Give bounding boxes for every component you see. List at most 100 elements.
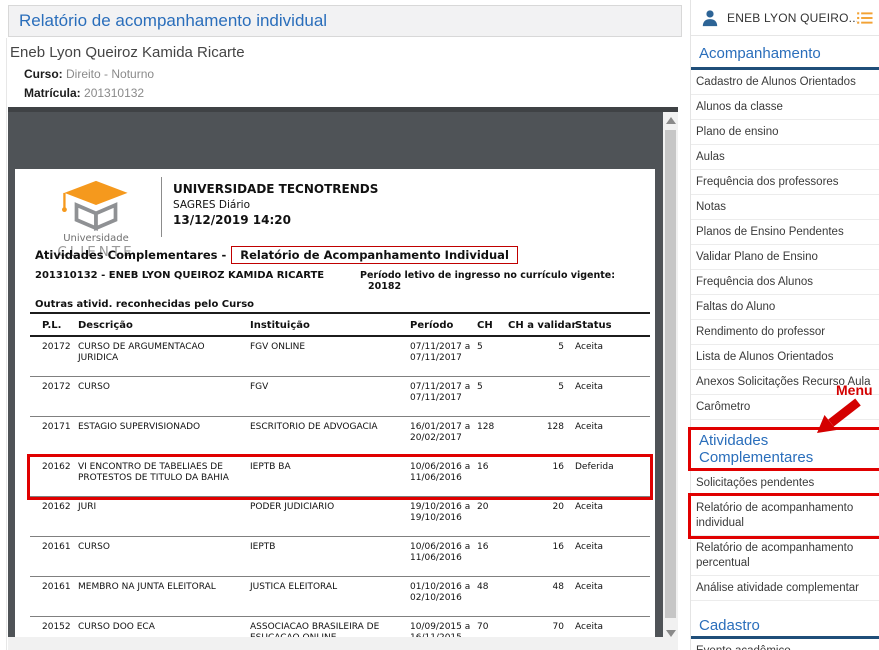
cell-periodo: 01/10/2016 a 02/10/2016 <box>410 582 477 616</box>
page-title-bar: Relatório de acompanhamento individual <box>8 5 682 37</box>
cell-periodo: 07/11/2017 a 07/11/2017 <box>410 382 477 416</box>
user-icon <box>701 9 719 27</box>
report-title-highlighted: Relatório de Acompanhamento Individual <box>231 246 518 264</box>
section-title: Cadastro <box>691 615 879 636</box>
scroll-down-icon[interactable] <box>666 630 676 637</box>
sidebar-item-evento-academico[interactable]: Evento acadêmico <box>691 639 879 650</box>
activities-table: P.L. Descrição Instituição Período CH CH… <box>30 312 650 642</box>
graduation-cap-icon <box>53 179 139 231</box>
cell-ch: 16 <box>477 542 508 576</box>
cell-periodo: 16/01/2017 a 20/02/2017 <box>410 422 477 456</box>
cell-status: Aceita <box>570 542 635 576</box>
col-header-status: Status <box>570 320 635 331</box>
cell-ch-a-validar: 128 <box>508 422 570 456</box>
cell-ch: 48 <box>477 582 508 616</box>
table-row: 20161 CURSO IEPTB 10/06/2016 a 11/06/201… <box>30 537 650 577</box>
period-value: 20182 <box>368 281 401 292</box>
cell-descricao: CURSO DE ARGUMENTACAO JURIDICA <box>78 342 250 376</box>
cell-ch-a-validar: 5 <box>508 382 570 416</box>
report-page: Universidade CLIENTE UNIVERSIDADE TECNOT… <box>15 169 655 642</box>
table-row: 20172 CURSO DE ARGUMENTACAO JURIDICA FGV… <box>30 337 650 377</box>
table-row-highlighted: 20162 VI ENCONTRO DE TABELIAES DE PROTES… <box>30 457 650 497</box>
university-name: UNIVERSIDADE TECNOTRENDS <box>173 182 378 196</box>
col-header-instituicao: Instituição <box>250 320 410 331</box>
viewer-horizontal-scrollbar[interactable] <box>8 637 663 650</box>
cell-ch: 128 <box>477 422 508 456</box>
course-label: Curso: <box>24 67 63 81</box>
sidebar-item-solicitacoes-pendentes[interactable]: Solicitações pendentes <box>691 471 879 496</box>
cell-descricao: JURI <box>78 502 250 536</box>
cell-descricao: CURSO <box>78 382 250 416</box>
sidebar-item-relatorio-acompanhamento-percentual[interactable]: Relatório de acompanhamento percentual <box>691 536 879 576</box>
cell-ch-a-validar: 16 <box>508 462 570 496</box>
cell-pl: 20172 <box>42 342 78 376</box>
report-period-line: Período letivo de ingresso no currículo … <box>360 270 655 292</box>
table-row: 20172 CURSO FGV 07/11/2017 a 07/11/2017 … <box>30 377 650 417</box>
sidebar-item-plano-de-ensino[interactable]: Plano de ensino <box>691 120 879 145</box>
cell-instituicao: FGV ONLINE <box>250 342 410 376</box>
sidebar-item-relatorio-acompanhamento-individual[interactable]: Relatório de acompanhamento individual <box>691 496 879 536</box>
enrollment-label: Matrícula: <box>24 86 81 100</box>
sidebar-section-acompanhamento: Acompanhamento Cadastro de Alunos Orient… <box>691 36 879 420</box>
main-panel-border <box>6 38 7 650</box>
user-name: ENEB LYON QUEIRO... <box>727 11 857 25</box>
cell-ch-a-validar: 5 <box>508 342 570 376</box>
cell-periodo: 10/06/2016 a 11/06/2016 <box>410 542 477 576</box>
cell-status: Aceita <box>570 502 635 536</box>
list-icon[interactable] <box>857 11 873 25</box>
user-menu[interactable]: ENEB LYON QUEIRO... <box>691 0 879 36</box>
report-viewer: Universidade CLIENTE UNIVERSIDADE TECNOT… <box>8 107 678 650</box>
sidebar-item-alunos-da-classe[interactable]: Alunos da classe <box>691 95 879 120</box>
scrollbar-thumb[interactable] <box>665 130 676 618</box>
cell-instituicao: JUSTICA ELEITORAL <box>250 582 410 616</box>
cell-instituicao: IEPTB BA <box>250 462 410 496</box>
report-title-prefix: Atividades Complementares - <box>35 248 226 262</box>
sidebar-item-analise-atividade-complementar[interactable]: Análise atividade complementar <box>691 576 879 601</box>
cell-ch: 20 <box>477 502 508 536</box>
sidebar-section-cadastro: Cadastro Evento acadêmico <box>691 615 879 650</box>
student-enrollment-row: Matrícula: 201310132 <box>24 86 144 100</box>
cell-instituicao: IEPTB <box>250 542 410 576</box>
scroll-up-icon[interactable] <box>666 117 676 124</box>
cell-instituicao: FGV <box>250 382 410 416</box>
cell-ch-a-validar: 48 <box>508 582 570 616</box>
cell-ch-a-validar: 16 <box>508 542 570 576</box>
sidebar-item-validar-plano-de-ensino[interactable]: Validar Plano de Ensino <box>691 245 879 270</box>
table-row: 20171 ESTAGIO SUPERVISIONADO ESCRITORIO … <box>30 417 650 457</box>
cell-descricao: CURSO <box>78 542 250 576</box>
sidebar-item-cadastro-de-alunos-orientados[interactable]: Cadastro de Alunos Orientados <box>691 70 879 95</box>
cell-pl: 20161 <box>42 542 78 576</box>
cell-pl: 20172 <box>42 382 78 416</box>
cell-pl: 20161 <box>42 582 78 616</box>
sidebar-item-frequencia-dos-professores[interactable]: Frequência dos professores <box>691 170 879 195</box>
sidebar-item-aulas[interactable]: Aulas <box>691 145 879 170</box>
report-title-line: Atividades Complementares - Relatório de… <box>35 246 518 264</box>
col-header-periodo: Período <box>410 320 477 331</box>
report-header: UNIVERSIDADE TECNOTRENDS SAGRES Diário 1… <box>173 182 378 227</box>
app-window: Relatório de acompanhamento individual E… <box>0 0 879 650</box>
sidebar-section-atividades-complementares: Atividades Complementares Solicitações p… <box>691 430 879 601</box>
cell-ch: 16 <box>477 462 508 496</box>
cell-ch: 5 <box>477 342 508 376</box>
course-value: Direito - Noturno <box>66 67 154 81</box>
sidebar: ENEB LYON QUEIRO... Acompanhamento Cadas… <box>690 0 879 650</box>
table-row: 20161 MEMBRO NA JUNTA ELEITORAL JUSTICA … <box>30 577 650 617</box>
sidebar-item-planos-de-ensino-pendentes[interactable]: Planos de Ensino Pendentes <box>691 220 879 245</box>
sidebar-item-notas[interactable]: Notas <box>691 195 879 220</box>
cell-status: Deferida <box>570 462 635 496</box>
sidebar-item-rendimento-do-professor[interactable]: Rendimento do professor <box>691 320 879 345</box>
viewer-vertical-scrollbar[interactable] <box>663 112 678 650</box>
report-section-label: Outras ativid. reconhecidas pelo Curso <box>35 299 254 310</box>
menu-annotation-label: Menu <box>836 382 873 398</box>
report-student-line: 201310132 - ENEB LYON QUEIROZ KAMIDA RIC… <box>35 270 324 281</box>
sidebar-item-faltas-do-aluno[interactable]: Faltas do Aluno <box>691 295 879 320</box>
cell-ch: 5 <box>477 382 508 416</box>
page-title: Relatório de acompanhamento individual <box>19 11 327 30</box>
sidebar-item-lista-de-alunos-orientados[interactable]: Lista de Alunos Orientados <box>691 345 879 370</box>
cell-periodo: 10/06/2016 a 11/06/2016 <box>410 462 477 496</box>
system-name: SAGRES Diário <box>173 199 378 211</box>
sidebar-item-frequencia-dos-alunos[interactable]: Frequência dos Alunos <box>691 270 879 295</box>
table-row: 20162 JURI PODER JUDICIARIO 19/10/2016 a… <box>30 497 650 537</box>
cell-instituicao: ESCRITORIO DE ADVOGACIA <box>250 422 410 456</box>
cell-status: Aceita <box>570 342 635 376</box>
